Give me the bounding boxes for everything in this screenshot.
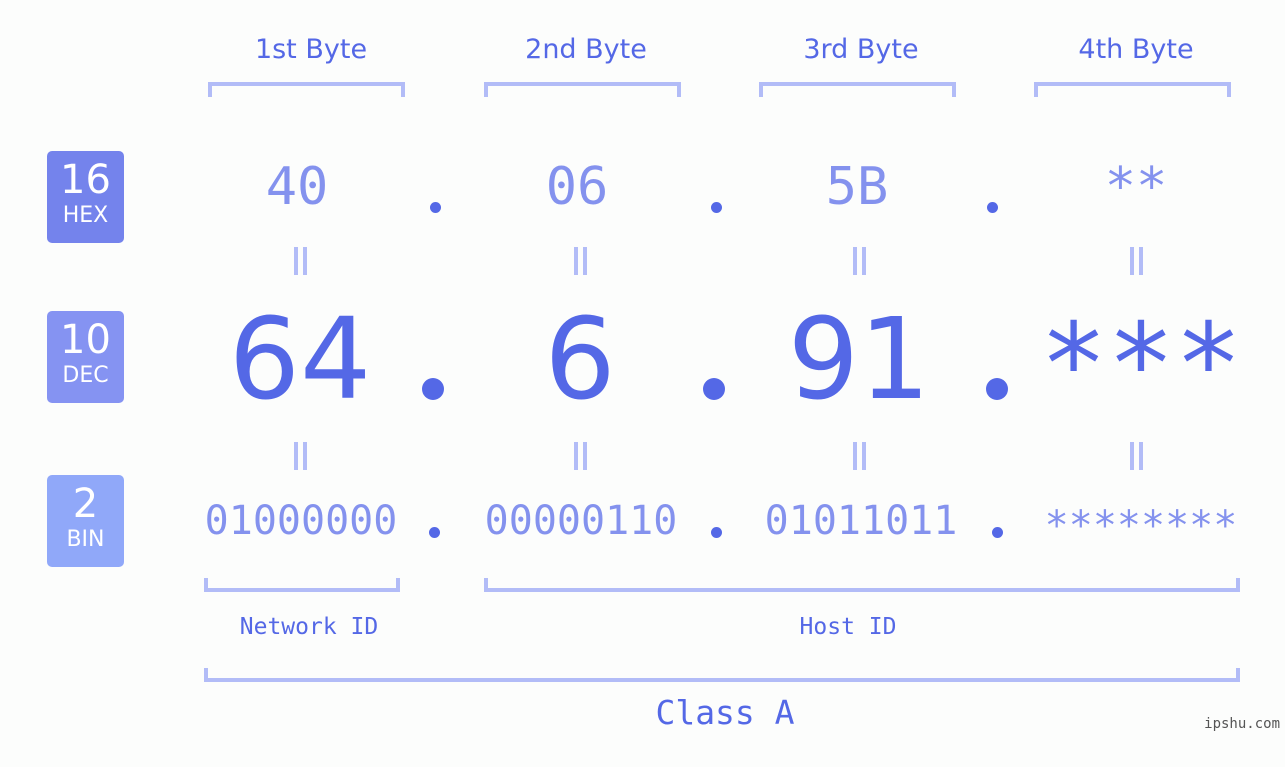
dec-label: DEC <box>62 363 109 388</box>
hex-badge: 16 HEX <box>47 151 124 243</box>
dec-value-2: 6 <box>544 295 616 425</box>
hex-label: HEX <box>62 203 109 228</box>
dec-base: 10 <box>60 317 111 363</box>
bin-value-1: 01000000 <box>204 498 398 544</box>
byte-bracket-1 <box>208 82 405 97</box>
watermark: ipshu.com <box>1204 716 1280 732</box>
host-id-label: Host ID <box>799 614 897 640</box>
hex-value-2: 06 <box>545 157 609 217</box>
equals-icon <box>1125 247 1147 275</box>
host-id-bracket <box>484 578 1240 592</box>
hex-separator-dot <box>711 202 722 213</box>
byte-title-3: 3rd Byte <box>803 34 919 65</box>
bin-value-2: 00000110 <box>484 498 678 544</box>
hex-value-3: 5B <box>825 157 889 217</box>
dec-badge: 10 DEC <box>47 311 124 403</box>
dec-value-3: 91 <box>787 295 931 425</box>
dec-value-1: 64 <box>228 295 372 425</box>
hex-separator-dot <box>987 202 998 213</box>
byte-title-1: 1st Byte <box>254 34 368 65</box>
bin-value-4: ******** <box>1044 503 1238 549</box>
dec-value-4: *** <box>1039 300 1243 430</box>
hex-value-1: 40 <box>265 157 329 217</box>
equals-icon <box>569 247 591 275</box>
byte-bracket-3 <box>759 82 956 97</box>
dec-separator-dot <box>703 378 725 400</box>
bin-badge: 2 BIN <box>47 475 124 567</box>
equals-icon <box>289 247 311 275</box>
bin-base: 2 <box>72 481 99 527</box>
dec-separator-dot <box>986 378 1008 400</box>
bin-separator-dot <box>711 527 722 538</box>
bin-value-3: 01011011 <box>764 498 958 544</box>
class-bracket <box>204 668 1240 682</box>
hex-value-4: ** <box>1104 157 1168 217</box>
network-id-bracket <box>204 578 400 592</box>
class-label: Class A <box>655 693 795 732</box>
hex-separator-dot <box>430 202 441 213</box>
byte-bracket-2 <box>484 82 681 97</box>
dec-separator-dot <box>422 378 444 400</box>
bin-label: BIN <box>66 527 105 552</box>
hex-base: 16 <box>60 157 111 203</box>
equals-icon <box>848 442 870 470</box>
byte-title-2: 2nd Byte <box>525 34 647 65</box>
byte-bracket-4 <box>1034 82 1231 97</box>
byte-title-4: 4th Byte <box>1078 34 1194 65</box>
equals-icon <box>1125 442 1147 470</box>
bin-separator-dot <box>429 527 440 538</box>
equals-icon <box>569 442 591 470</box>
network-id-label: Network ID <box>239 614 379 640</box>
equals-icon <box>289 442 311 470</box>
equals-icon <box>848 247 870 275</box>
bin-separator-dot <box>992 527 1003 538</box>
